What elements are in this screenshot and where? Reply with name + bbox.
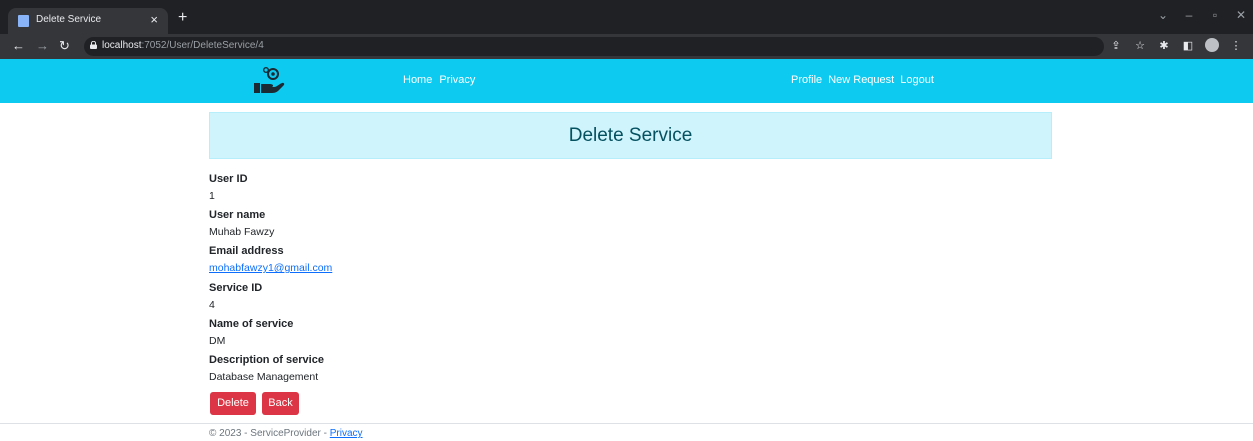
field-label: User name xyxy=(209,209,266,221)
field-service-id: Service ID 4 xyxy=(209,281,262,312)
footer-divider xyxy=(0,423,1253,424)
field-label: User ID xyxy=(209,173,248,185)
close-tab-icon[interactable]: × xyxy=(150,12,158,28)
page-heading-banner: Delete Service xyxy=(209,112,1052,159)
reload-icon[interactable]: ↻ xyxy=(59,38,70,54)
back-arrow-icon[interactable]: ← xyxy=(12,38,25,54)
menu-kebab-icon[interactable]: ⋮ xyxy=(1229,38,1243,52)
address-bar[interactable]: localhost:7052/User/DeleteService/4 xyxy=(84,37,1104,56)
close-window-icon[interactable]: ✕ xyxy=(1235,8,1247,22)
share-icon[interactable]: ⇪ xyxy=(1109,38,1123,52)
app-navbar: Home Privacy Profile New Request Logout xyxy=(0,59,1253,103)
browser-toolbar: ← → ↻ localhost:7052/User/DeleteService/… xyxy=(0,34,1253,59)
nav-privacy-link[interactable]: Privacy xyxy=(439,74,475,86)
tab-title: Delete Service xyxy=(36,14,102,25)
nav-profile-link[interactable]: Profile xyxy=(791,74,822,86)
browser-titlebar: Delete Service × + ⌄ – ▫ ✕ xyxy=(0,0,1253,34)
field-user-id: User ID 1 xyxy=(209,172,248,203)
restore-icon[interactable]: ▫ xyxy=(1209,8,1221,22)
toolbar-icons: ⇪ ☆ ✱ ◧ ⋮ xyxy=(1109,38,1243,52)
field-value: 1 xyxy=(209,190,215,202)
field-label: Description of service xyxy=(209,354,324,366)
field-service-name: Name of service DM xyxy=(209,317,293,348)
footer-text: © 2023 - ServiceProvider - xyxy=(209,428,330,439)
window-controls: ⌄ – ▫ ✕ xyxy=(1157,8,1247,22)
nav-links-left: Home Privacy xyxy=(403,74,475,86)
field-value: 4 xyxy=(209,299,215,311)
nav-logout-link[interactable]: Logout xyxy=(900,74,934,86)
page-icon xyxy=(18,15,29,27)
url-text: localhost:7052/User/DeleteService/4 xyxy=(102,40,264,51)
field-label: Service ID xyxy=(209,282,263,294)
nav-home-link[interactable]: Home xyxy=(403,74,432,86)
field-email: Email address mohabfawzy1@gmail.com xyxy=(209,244,332,275)
lock-icon xyxy=(90,41,97,49)
nav-new-request-link[interactable]: New Request xyxy=(828,74,894,86)
footer-privacy-link[interactable]: Privacy xyxy=(330,428,363,439)
tab-search-icon[interactable]: ⌄ xyxy=(1157,8,1169,22)
bookmark-star-icon[interactable]: ☆ xyxy=(1133,38,1147,52)
field-value: Database Management xyxy=(209,371,319,383)
field-value: Muhab Fawzy xyxy=(209,226,275,238)
minimize-icon[interactable]: – xyxy=(1183,8,1195,22)
profile-avatar-icon[interactable] xyxy=(1205,38,1219,52)
page-title: Delete Service xyxy=(568,125,693,146)
field-service-description: Description of service Database Manageme… xyxy=(209,353,324,384)
side-panel-icon[interactable]: ◧ xyxy=(1181,38,1195,52)
email-link[interactable]: mohabfawzy1@gmail.com xyxy=(209,262,332,274)
footer: © 2023 - ServiceProvider - Privacy xyxy=(209,428,363,439)
field-user-name: User name Muhab Fawzy xyxy=(209,208,274,239)
field-value: DM xyxy=(209,335,226,347)
field-label: Email address xyxy=(209,245,284,257)
field-label: Name of service xyxy=(209,318,294,330)
delete-button[interactable]: Delete xyxy=(210,392,256,415)
back-button[interactable]: Back xyxy=(262,392,299,415)
hand-gear-icon[interactable] xyxy=(252,65,286,97)
nav-links-right: Profile New Request Logout xyxy=(791,74,934,86)
browser-tab[interactable]: Delete Service × xyxy=(8,8,168,34)
forward-arrow-icon[interactable]: → xyxy=(36,38,49,54)
extensions-icon[interactable]: ✱ xyxy=(1157,38,1171,52)
new-tab-button[interactable]: + xyxy=(178,8,187,28)
